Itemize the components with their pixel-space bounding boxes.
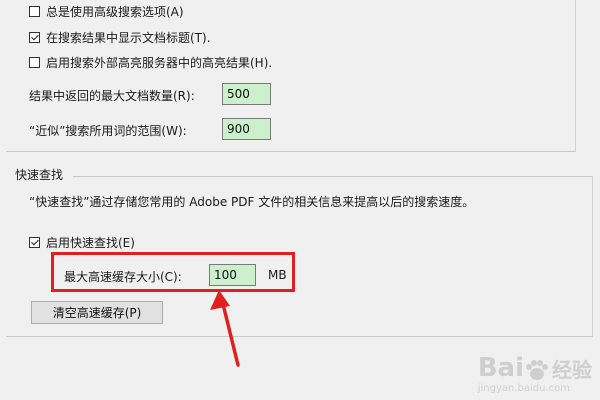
watermark-sub: jingyan.baidu.com [477, 383, 570, 394]
max-docs-input[interactable] [222, 83, 271, 105]
watermark-logo: Bai [477, 353, 524, 383]
show-title-checkbox[interactable] [29, 32, 40, 43]
annotation-highlight-box [51, 252, 295, 292]
show-title-label: 在搜索结果中显示文档标题(T). [46, 31, 211, 45]
proximity-label: “近似”搜索所用词的范围(W): [29, 124, 187, 138]
watermark-logo-tail: 经验 [552, 358, 592, 382]
paw-icon [526, 360, 548, 380]
group-right-edge [592, 176, 593, 336]
annotation-arrow-head [210, 290, 230, 310]
advanced-search-label: 总是使用高级搜索选项(A) [46, 5, 184, 19]
advanced-search-option[interactable]: 总是使用高级搜索选项(A) [29, 3, 184, 20]
external-highlight-checkbox[interactable] [29, 57, 40, 68]
external-highlight-option[interactable]: 启用搜索外部高亮服务器中的高亮结果(H). [29, 54, 272, 71]
annotation-arrow-shaft [220, 298, 240, 367]
section-divider [6, 151, 576, 152]
group-divider [73, 176, 592, 177]
show-title-option[interactable]: 在搜索结果中显示文档标题(T). [29, 29, 211, 46]
enable-fast-find-label: 启用快速查找(E) [46, 236, 135, 250]
external-highlight-label: 启用搜索外部高亮服务器中的高亮结果(H). [46, 56, 273, 70]
panel-edge [575, 0, 576, 152]
annotation-arrow-icon [210, 290, 240, 367]
fast-find-description: “快速查找”通过存储您常用的 Adobe PDF 文件的相关信息来提高以后的搜索… [29, 195, 475, 209]
fast-find-group-title: 快速查找 [15, 168, 64, 182]
clear-cache-button[interactable]: 清空高速缓存(P) [31, 301, 163, 324]
proximity-input[interactable] [222, 118, 271, 140]
enable-fast-find-checkbox[interactable] [29, 237, 40, 248]
max-docs-label: 结果中返回的最大文档数量(R): [29, 89, 195, 103]
enable-fast-find-option[interactable]: 启用快速查找(E) [29, 234, 135, 251]
group-bottom-edge [6, 336, 593, 337]
baidu-jingyan-watermark: Bai 经验 jingyan.baidu.com [478, 353, 592, 394]
advanced-search-checkbox[interactable] [29, 6, 40, 17]
